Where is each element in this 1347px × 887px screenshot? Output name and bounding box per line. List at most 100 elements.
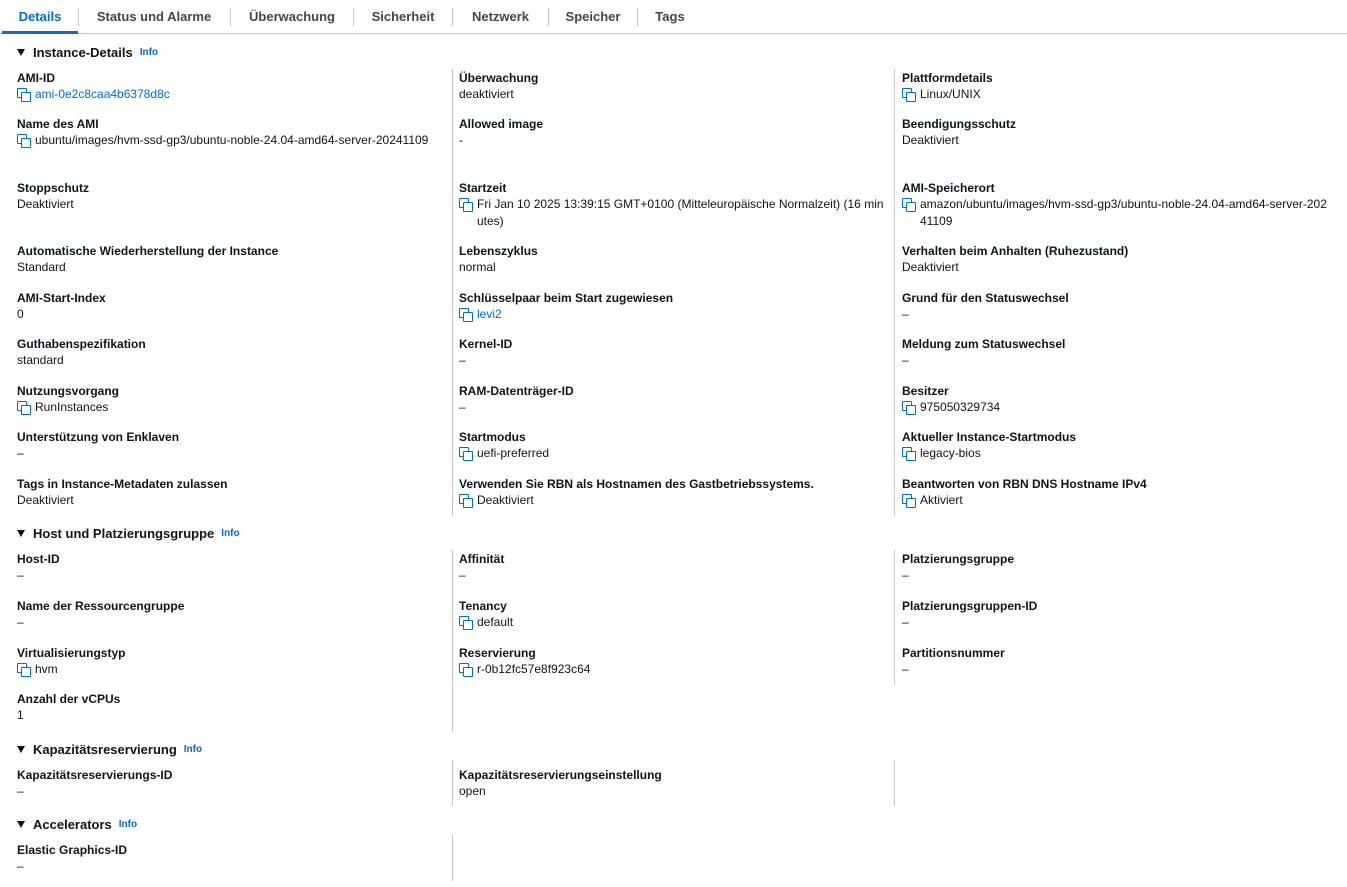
copy-icon[interactable] — [459, 494, 473, 508]
field-value: - — [459, 132, 886, 149]
copy-icon[interactable] — [459, 198, 473, 212]
field-ami-start-index: AMI-Start-Index 0 — [17, 290, 442, 323]
field-value-text: Linux/UNIX — [920, 87, 981, 101]
tab-speicher[interactable]: Speicher — [550, 0, 636, 33]
field-label: AMI-ID — [17, 71, 55, 85]
copy-icon[interactable] — [902, 494, 916, 508]
field-label: Guthabenspezifikation — [17, 337, 146, 351]
field-label: Anzahl der vCPUs — [17, 692, 121, 706]
field-label: Beendigungsschutz — [902, 117, 1017, 131]
field-label: Automatische Wiederherstellung der Insta… — [17, 244, 279, 258]
field-value-text: – — [17, 568, 24, 582]
field-value[interactable]: ami-0e2c8caa4b6378d8c — [17, 86, 442, 103]
field-value: deaktiviert — [459, 86, 886, 103]
field-ueberwachung: Überwachung deaktiviert — [459, 70, 886, 103]
caret-down-icon — [17, 820, 25, 828]
field-value: – — [902, 614, 1332, 631]
section-header-accelerators[interactable]: Accelerators Info — [17, 815, 137, 833]
copy-icon[interactable] — [17, 134, 31, 148]
caret-down-icon — [17, 48, 25, 56]
tab-netzwerk[interactable]: Netzwerk — [454, 0, 547, 33]
field-value-text: Aktiviert — [920, 493, 963, 507]
field-value-link[interactable]: ami-0e2c8caa4b6378d8c — [35, 86, 170, 103]
field-value[interactable]: levi2 — [459, 306, 886, 323]
tab-status-und-alarme[interactable]: Status und Alarme — [80, 0, 228, 33]
field-value-text: Standard — [17, 260, 66, 274]
field-value: default — [459, 614, 886, 631]
copy-icon[interactable] — [459, 616, 473, 630]
section-title: Kapazitätsreservierung — [33, 741, 177, 757]
field-value-text: ubuntu/images/hvm-ssd-gp3/ubuntu-noble-2… — [35, 133, 429, 147]
field-value: – — [902, 352, 1332, 369]
field-tags-in-instance-metadaten-zulassen: Tags in Instance-Metadaten zulassen Deakt… — [17, 476, 442, 509]
section-header-instance-details[interactable]: Instance-Details Info — [17, 43, 158, 61]
field-nutzungsvorgang: Nutzungsvorgang RunInstances — [17, 383, 442, 416]
field-value: r-0b12fc57e8f923c64 — [459, 661, 886, 678]
field-label: Platzierungsgruppen-ID — [902, 599, 1038, 613]
section-title: Instance-Details — [33, 44, 133, 60]
field-value-text: – — [902, 615, 909, 629]
section-header-host[interactable]: Host und Platzierungsgruppe Info — [17, 524, 240, 542]
field-label: Grund für den Statuswechsel — [902, 291, 1069, 305]
field-value: 975050329734 — [902, 399, 1332, 416]
field-value: legacy-bios — [902, 445, 1332, 462]
section-header-capacity[interactable]: Kapazitätsreservierung Info — [17, 740, 202, 758]
field-kapazitaetsreservierungseinstellung: Kapazitätsreservierungseinstellung open — [459, 767, 886, 800]
column-divider — [894, 69, 895, 516]
field-value-link[interactable]: levi2 — [477, 306, 502, 323]
field-label: Startzeit — [459, 181, 507, 195]
field-value-text: – — [459, 400, 466, 414]
field-verwenden-sie-rbn-als-hostnamen-des-gastbetriebssystems: Verwenden Sie RBN als Hostnamen des Gast… — [459, 476, 886, 509]
copy-icon[interactable] — [459, 663, 473, 677]
field-value-text: – — [902, 307, 909, 321]
field-platzierungsgruppen-id: Platzierungsgruppen-ID – — [902, 598, 1332, 631]
field-label: Partitionsnummer — [902, 646, 1005, 660]
info-link[interactable]: Info — [221, 528, 239, 539]
field-value: standard — [17, 352, 442, 369]
copy-icon[interactable] — [459, 447, 473, 461]
field-value-text: RunInstances — [35, 400, 109, 414]
field-value-text: r-0b12fc57e8f923c64 — [477, 662, 591, 676]
field-name-der-ressourcengruppe: Name der Ressourcengruppe – — [17, 598, 442, 631]
field-value-text: default — [477, 615, 514, 629]
copy-icon[interactable] — [902, 88, 916, 102]
tab-sicherheit[interactable]: Sicherheit — [355, 0, 451, 33]
tab-divider — [548, 8, 549, 26]
field-label: Startmodus — [459, 430, 526, 444]
field-value-text: Fri Jan 10 2025 13:39:15 GMT+0100 (Mitte… — [477, 197, 884, 228]
field-value-text: – — [459, 353, 466, 367]
caret-down-icon — [17, 529, 25, 537]
field-value-text: – — [902, 353, 909, 367]
field-label: Name des AMI — [17, 117, 99, 131]
copy-icon[interactable] — [902, 198, 916, 212]
copy-icon[interactable] — [459, 308, 473, 322]
info-link[interactable]: Info — [119, 819, 137, 830]
field-beantworten-von-rbn-dns-hostname-ipv4: Beantworten von RBN DNS Hostname IPv4 Akt… — [902, 476, 1332, 509]
field-value-text: – — [902, 568, 909, 582]
copy-icon[interactable] — [17, 88, 31, 102]
field-value: open — [459, 783, 886, 800]
copy-icon[interactable] — [17, 663, 31, 677]
field-value: Deaktiviert — [902, 132, 1332, 149]
field-label: Kernel-ID — [459, 337, 513, 351]
field-value-text: legacy-bios — [920, 446, 981, 460]
field-label: Aktueller Instance-Startmodus — [902, 430, 1077, 444]
field-value-text: – — [17, 615, 24, 629]
field-value: Aktiviert — [902, 492, 1332, 509]
field-host-id: Host-ID – — [17, 551, 442, 584]
field-value-text: open — [459, 784, 486, 798]
copy-icon[interactable] — [902, 447, 916, 461]
tab-divider — [452, 8, 453, 26]
field-value-text: - — [459, 133, 463, 147]
field-label: AMI-Start-Index — [17, 291, 106, 305]
tab-details[interactable]: Details — [2, 0, 78, 34]
field-label: Kapazitätsreservierungseinstellung — [459, 768, 662, 782]
info-link[interactable]: Info — [184, 744, 202, 755]
info-link[interactable]: Info — [140, 47, 158, 58]
tab-tags[interactable]: Tags — [639, 0, 701, 33]
copy-icon[interactable] — [17, 401, 31, 415]
tab-ueberwachung[interactable]: Überwachung — [232, 0, 352, 33]
copy-icon[interactable] — [902, 401, 916, 415]
field-label: Lebenszyklus — [459, 244, 538, 258]
field-label: Tags in Instance-Metadaten zulassen — [17, 477, 228, 491]
